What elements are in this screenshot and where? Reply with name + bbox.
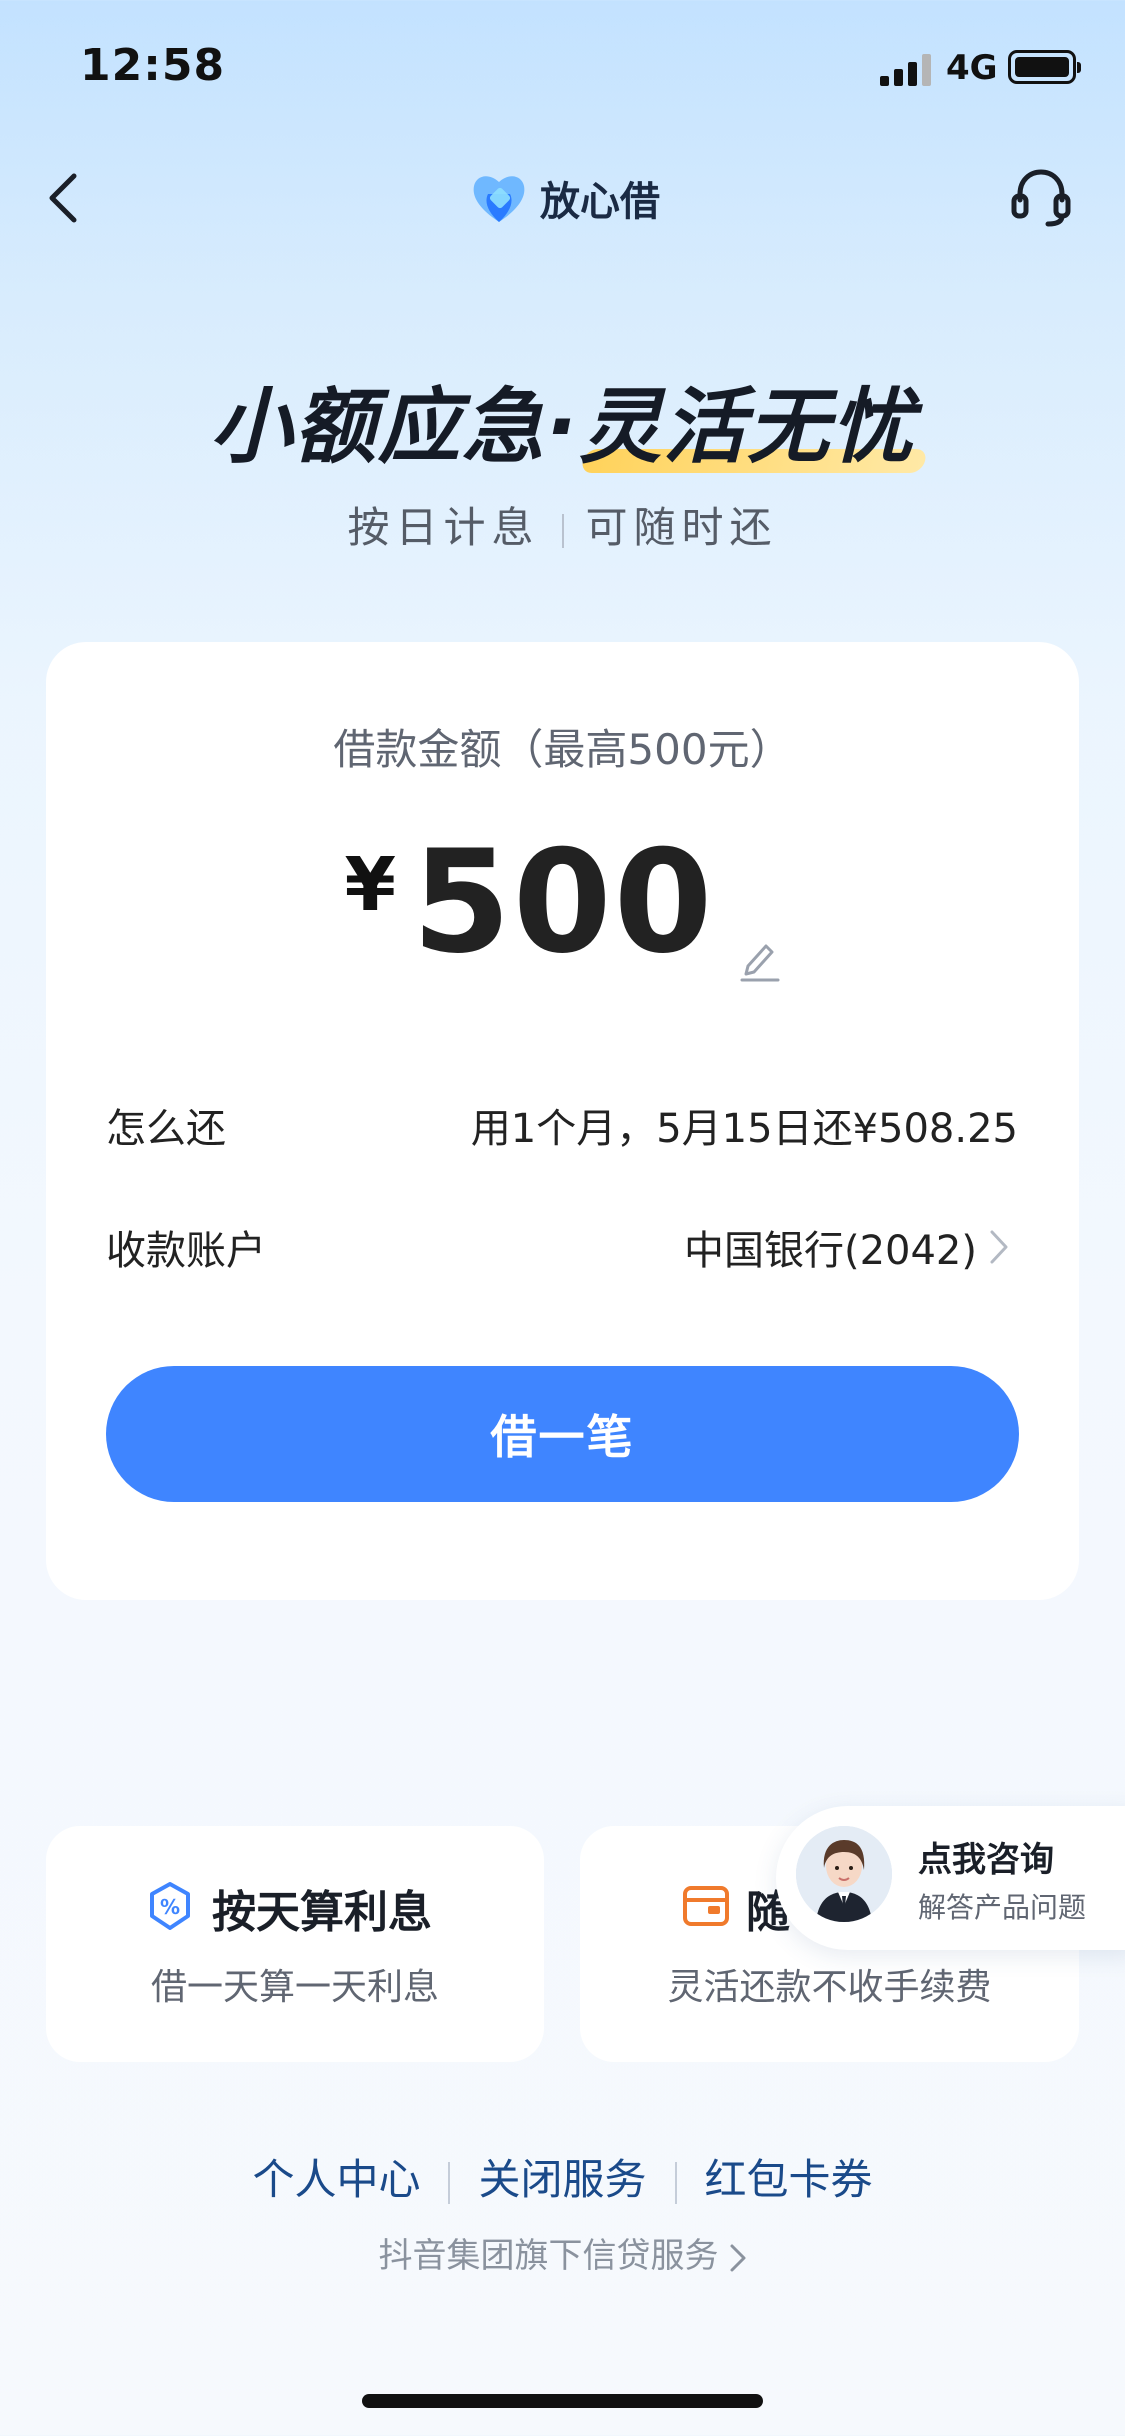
consult-title[interactable]: 点我咨询 [918, 1832, 1054, 1881]
hero-sub-right: 可随时还 [585, 503, 778, 552]
divider [674, 2161, 677, 2204]
account-label: 收款账户 [106, 1228, 266, 1274]
link-coupons[interactable]: 红包卡券 [705, 2155, 873, 2204]
feature-desc-repay: 灵活还款不收手续费 [667, 1967, 992, 2008]
hero-title-highlight: 灵活无忧 [579, 380, 916, 475]
amount-label: 借款金额（最高500元） [333, 725, 792, 774]
repay-label: 怎么还 [106, 1106, 226, 1152]
network-label: 4G [946, 48, 998, 88]
link-close-service[interactable]: 关闭服务 [478, 2155, 646, 2204]
brand: 放心借 [470, 168, 660, 228]
signal-icon [880, 54, 931, 86]
footer-note-text: 抖音集团旗下信贷服务 [378, 2236, 719, 2276]
divider [448, 2161, 451, 2204]
avatar-illustration-icon [796, 1826, 892, 1922]
wallet-icon [683, 1886, 729, 1926]
hero-subtitle: 按日计息 可随时还 [0, 494, 1125, 555]
footer-links: 个人中心 关闭服务 红包卡券 [0, 2146, 1125, 2207]
consultant-avatar[interactable] [796, 1826, 892, 1922]
chevron-right-icon[interactable] [988, 1228, 1010, 1266]
feature-card-interest [46, 1826, 544, 2062]
percent-shield-icon: % [150, 1882, 190, 1930]
battery-icon [1008, 50, 1081, 84]
chevron-right-icon [730, 2244, 745, 2271]
borrow-button[interactable]: 借一笔 [106, 1366, 1019, 1502]
footer-note[interactable]: 抖音集团旗下信贷服务 [0, 2228, 1125, 2277]
consult-subtitle: 解答产品问题 [918, 1891, 1087, 1924]
loan-amount-input[interactable]: 500 [412, 820, 714, 985]
svg-text:%: % [160, 1895, 180, 1919]
headset-icon[interactable] [1010, 166, 1072, 230]
feature-title-interest: 按天算利息 [212, 1887, 432, 1938]
link-personal-center[interactable]: 个人中心 [252, 2155, 420, 2204]
account-value[interactable]: 中国银行(2042) [684, 1218, 977, 1276]
hero-title-wrap: 小额应急·灵活无忧 [0, 360, 1125, 479]
repay-value: 用1个月，5月15日还¥508.25 [470, 1106, 1018, 1152]
divider [561, 513, 564, 548]
edit-pencil-icon[interactable] [738, 936, 780, 982]
brand-name: 放心借 [540, 179, 660, 225]
status-time: 12:58 [80, 40, 226, 91]
hero-title: 小额应急·灵活无忧 [210, 360, 915, 479]
back-chevron-left-icon[interactable] [40, 160, 88, 232]
currency-symbol: ¥ [344, 842, 397, 928]
brand-logo-icon [473, 176, 525, 222]
hero-title-part1: 小额应急· [209, 380, 580, 475]
amount-row: ¥500 [0, 820, 1125, 985]
hero-sub-left: 按日计息 [347, 503, 540, 552]
home-indicator[interactable] [362, 2394, 763, 2408]
feature-desc-interest: 借一天算一天利息 [150, 1967, 439, 2008]
